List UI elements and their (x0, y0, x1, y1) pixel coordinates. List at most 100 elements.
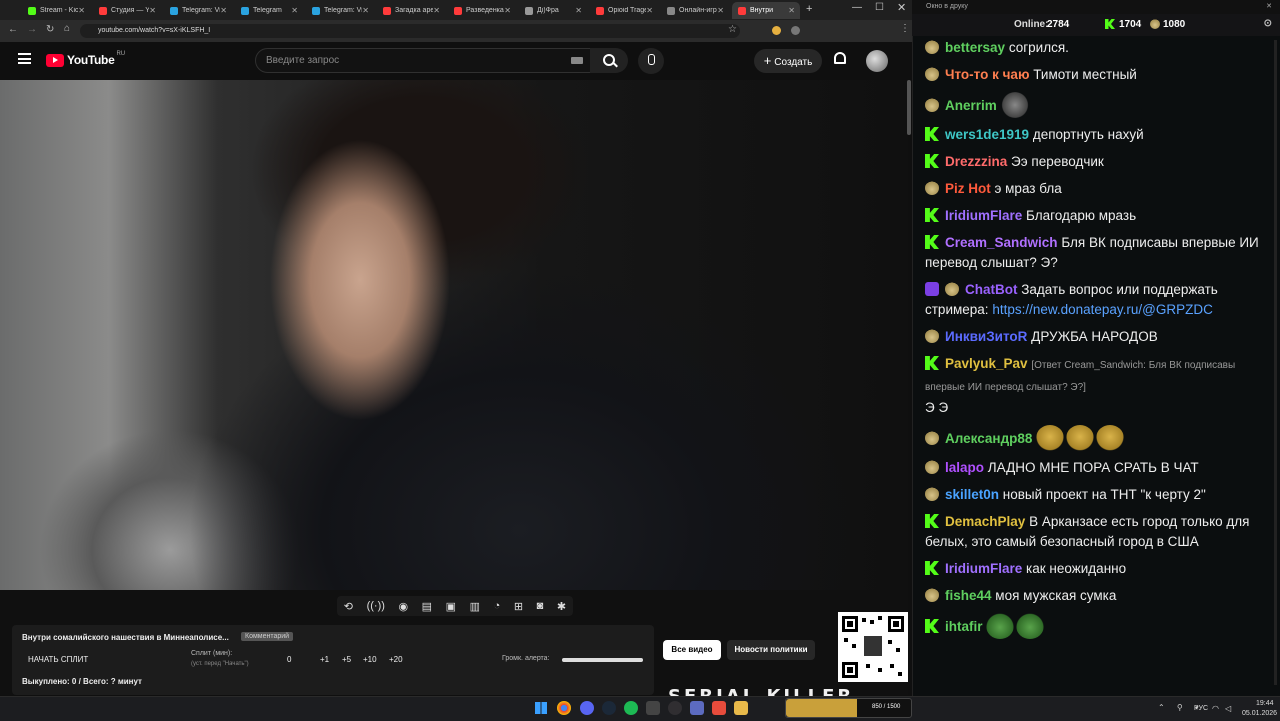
chat-username[interactable]: DemachPlay (945, 514, 1025, 529)
chat-username[interactable]: fishe44 (945, 588, 992, 603)
video-player[interactable] (0, 80, 908, 590)
browser-tab[interactable]: Внутри ✕ (732, 2, 800, 19)
hamburger-menu-icon[interactable] (18, 53, 31, 64)
tab-close-icon[interactable]: ✕ (575, 6, 582, 15)
url-field[interactable]: youtube.com/watch?v=sX-iKLSFH_I (80, 24, 740, 38)
tab-close-icon[interactable]: ✕ (717, 6, 724, 15)
chat-username[interactable]: IridiumFlare (945, 208, 1022, 223)
tab-close-icon[interactable]: ✕ (788, 6, 795, 15)
window-maximize-icon[interactable]: ☐ (875, 2, 884, 13)
chat-username[interactable]: Александр88 (945, 431, 1032, 446)
chat-scrollbar[interactable] (1274, 40, 1277, 685)
obs-taskbar-icon[interactable] (668, 701, 682, 715)
browser-tab[interactable]: Онлайн-игр ✕ (661, 2, 729, 19)
politics-news-button[interactable]: Новости политики (727, 640, 815, 660)
video-scrollbar[interactable] (907, 80, 911, 135)
chat-username[interactable]: ihtafir (945, 619, 983, 634)
eye-icon[interactable]: ◉ (398, 600, 408, 613)
all-videos-button[interactable]: Все видео (663, 640, 721, 660)
tab-close-icon[interactable]: ✕ (362, 6, 369, 15)
alert-volume-slider[interactable] (562, 658, 643, 662)
chat-username[interactable]: Anerrim (945, 98, 997, 113)
chat-link[interactable]: https://new.donatepay.ru/@GRPZDC (992, 302, 1213, 317)
home-icon[interactable]: ⌂ (64, 23, 70, 34)
tab-close-icon[interactable]: ✕ (646, 6, 653, 15)
tab-close-icon[interactable]: ✕ (433, 6, 440, 15)
browser-tab[interactable]: Opioid Trage ✕ (590, 2, 658, 19)
extension-icon[interactable] (772, 26, 781, 35)
step-plus-10[interactable]: +10 (363, 655, 377, 664)
chat-username[interactable]: Cream_Sandwich (945, 235, 1058, 250)
chat-username[interactable]: Что-то к чаю (945, 67, 1029, 82)
new-tab-button[interactable]: + (806, 3, 812, 15)
keyboard-language[interactable]: РУС (1194, 705, 1208, 712)
voice-search-button[interactable] (638, 48, 664, 74)
tab-close-icon[interactable]: ✕ (220, 6, 227, 15)
chat-username[interactable]: Drezzzina (945, 154, 1007, 169)
chrome-taskbar-icon[interactable] (557, 701, 571, 715)
clapper-icon[interactable]: ▤ (422, 600, 432, 613)
menu-dots-icon[interactable]: ⋮ (900, 23, 910, 34)
clock-time[interactable]: 19:44 (1256, 700, 1274, 707)
clock-date[interactable]: 05.01.2026 (1242, 710, 1277, 717)
chat-username[interactable]: ChatBot (965, 282, 1018, 297)
chat-username[interactable]: wers1de1919 (945, 127, 1029, 142)
youtube-logo[interactable]: YouTube RU (46, 51, 125, 67)
notifications-bell-icon[interactable] (834, 52, 846, 64)
start-button[interactable] (535, 702, 547, 714)
forward-icon[interactable]: → (27, 24, 37, 35)
avatar[interactable] (866, 50, 888, 72)
chat-username[interactable]: lalapo (945, 460, 984, 475)
split-value[interactable]: 0 (287, 655, 291, 664)
chat-username[interactable]: Piz Hot (945, 181, 991, 196)
wifi-icon[interactable]: ◠ (1212, 704, 1219, 713)
chat-username[interactable]: IridiumFlare (945, 561, 1022, 576)
speed-icon[interactable]: ◔ (494, 600, 501, 612)
steam-taskbar-icon[interactable] (602, 701, 616, 715)
volume-icon[interactable]: ◁ (1225, 704, 1231, 713)
chat-username[interactable]: skillet0n (945, 487, 999, 502)
keyboard-icon[interactable] (571, 57, 583, 64)
media-taskbar-icon[interactable] (690, 701, 704, 715)
browser-tab[interactable]: Telegram: Vi ✕ (164, 2, 232, 19)
tab-close-icon[interactable]: ✕ (78, 6, 85, 15)
spotify-taskbar-icon[interactable] (624, 701, 638, 715)
tab-close-icon[interactable]: ✕ (504, 6, 511, 15)
settings-gear-icon[interactable]: ✱ (557, 600, 566, 613)
create-button[interactable]: + Создать (754, 49, 822, 73)
step-plus-5[interactable]: +5 (342, 655, 351, 664)
camera-icon[interactable]: ◙ (537, 600, 544, 612)
extension-icon-2[interactable] (791, 26, 800, 35)
chat-settings-icon[interactable]: ⊙ (1264, 18, 1272, 29)
window-close-icon[interactable]: ✕ (897, 1, 906, 14)
discord-taskbar-icon[interactable] (580, 701, 594, 715)
browser-tab[interactable]: Stream - Kick ✕ (22, 2, 90, 19)
bookmark-star-icon[interactable]: ☆ (728, 24, 737, 35)
browser-tab[interactable]: Telegram: Vi ✕ (306, 2, 374, 19)
step-plus-20[interactable]: +20 (389, 655, 403, 664)
film-icon[interactable]: ▥ (470, 600, 480, 613)
back-icon[interactable]: ← (8, 24, 18, 35)
tab-close-icon[interactable]: ✕ (291, 6, 298, 15)
chat-username[interactable]: ИнквиЗитоR (945, 329, 1027, 344)
search-input[interactable]: Введите запрос (255, 48, 600, 73)
browser-tab[interactable]: Загадка аре ✕ (377, 2, 445, 19)
files-taskbar-icon[interactable] (734, 701, 748, 715)
app-taskbar-icon[interactable] (646, 701, 660, 715)
reload-icon[interactable]: ↻ (46, 24, 54, 35)
search-button[interactable] (590, 48, 628, 73)
browser-tab[interactable]: Telegram ✕ (235, 2, 303, 19)
tab-close-icon[interactable]: ✕ (149, 6, 156, 15)
browser-tab[interactable]: Студия — YT✕ (93, 2, 161, 19)
browser-tab[interactable]: Разведенка ✕ (448, 2, 516, 19)
broadcast-icon[interactable]: ((·)) (367, 600, 385, 612)
screen-icon[interactable]: ▣ (446, 600, 456, 613)
browser-active-taskbar-icon[interactable] (712, 701, 726, 715)
chat-close-icon[interactable]: ✕ (1266, 0, 1272, 14)
chat-username[interactable]: bettersay (945, 40, 1005, 55)
browser-tab[interactable]: Дi)Фра ✕ (519, 2, 587, 19)
step-plus-1[interactable]: +1 (320, 655, 329, 664)
window-minimize-icon[interactable]: — (852, 2, 862, 13)
add-icon[interactable]: ⊞ (514, 600, 523, 613)
loop-icon[interactable]: ⟲ (344, 600, 353, 613)
